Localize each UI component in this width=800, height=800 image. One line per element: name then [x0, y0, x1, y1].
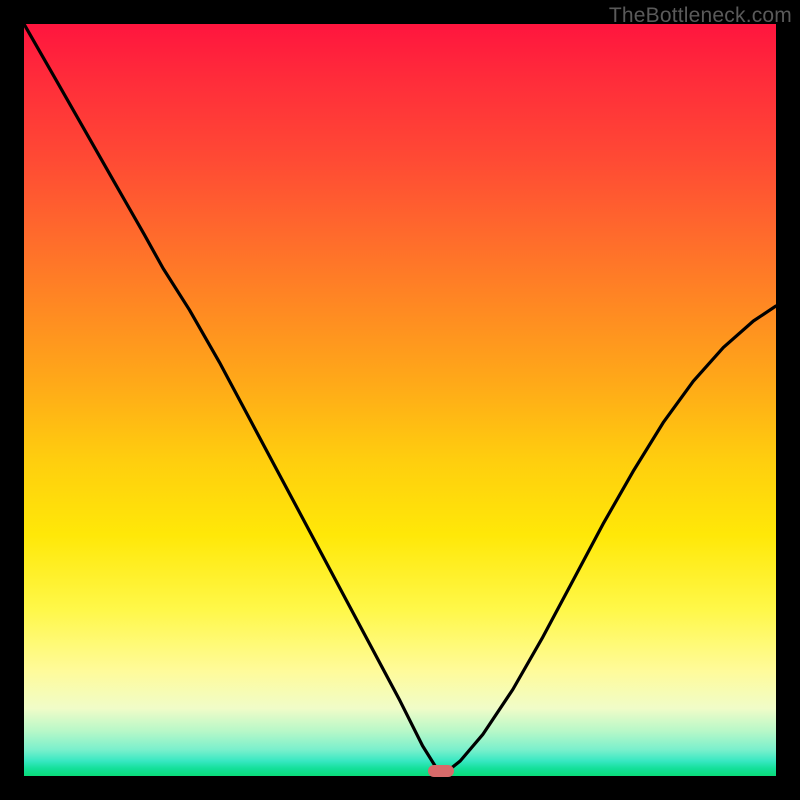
watermark-text: TheBottleneck.com: [609, 4, 792, 28]
plot-area: [24, 24, 776, 776]
optimal-marker: [428, 765, 454, 777]
bottleneck-curve: [24, 24, 776, 776]
curve-path: [24, 24, 776, 776]
chart-frame: TheBottleneck.com: [0, 0, 800, 800]
